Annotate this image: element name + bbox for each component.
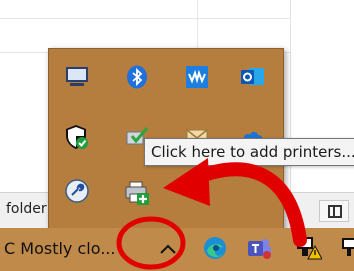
- layout-icon: [328, 205, 342, 218]
- teams-icon[interactable]: [246, 234, 274, 262]
- add-printer-icon[interactable]: [123, 179, 151, 207]
- show-hidden-icons-button[interactable]: [152, 232, 184, 266]
- right-panel: [290, 0, 354, 196]
- audio-waveform-app-icon[interactable]: [183, 63, 211, 91]
- bluetooth-icon[interactable]: [123, 63, 151, 91]
- chevron-up-icon: [160, 244, 176, 254]
- edge-browser-icon[interactable]: [201, 234, 229, 262]
- remote-support-icon[interactable]: [63, 177, 91, 205]
- add-printers-tooltip: Click here to add printers...: [144, 138, 354, 166]
- network-icon[interactable]: [336, 234, 354, 262]
- network-warning-icon[interactable]: [295, 234, 323, 262]
- outlook-icon[interactable]: [239, 63, 267, 91]
- windows-security-shield-icon[interactable]: [63, 123, 91, 151]
- folder-label: folder: [6, 201, 47, 217]
- weather-widget[interactable]: C Mostly clo...: [4, 239, 115, 258]
- display-monitor-icon[interactable]: [63, 63, 91, 91]
- view-toggle-button[interactable]: [319, 200, 349, 222]
